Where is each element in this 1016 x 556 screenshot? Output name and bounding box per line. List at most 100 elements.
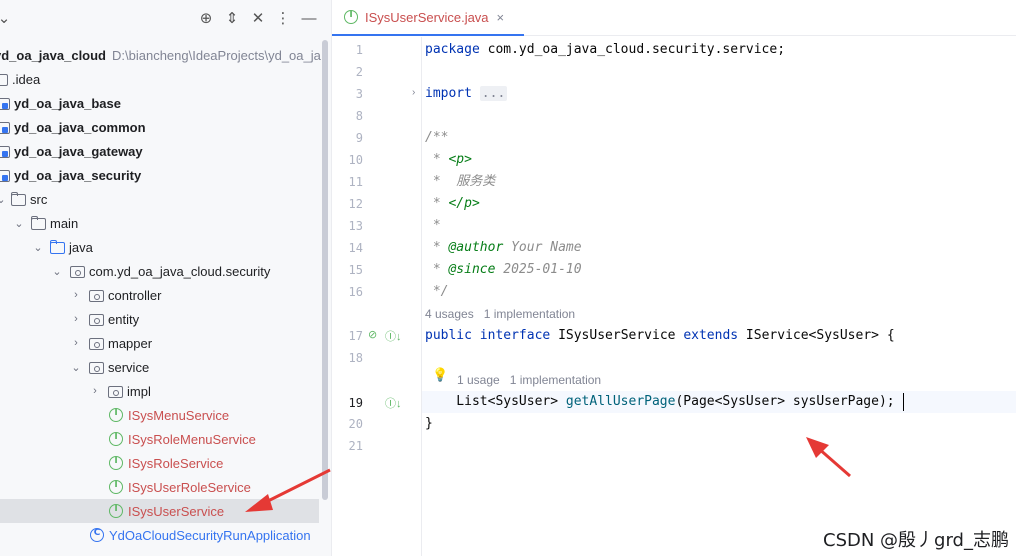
tree-item-label: .idea bbox=[12, 71, 41, 87]
tree-item-src[interactable]: ⌄ src bbox=[0, 187, 331, 211]
chevron-right-icon[interactable]: › bbox=[69, 289, 83, 301]
project-tool-window: ⌄ ⊕ ⇕ ✕ ⋮ — yd_oa_java_cloud D:\bianchen… bbox=[0, 0, 331, 556]
tree-item-label: yd_oa_java_base bbox=[14, 95, 121, 111]
tree-item-module[interactable]: yd_oa_java_base bbox=[0, 91, 331, 115]
package-icon bbox=[88, 335, 104, 351]
code-line-11: * 服务类 bbox=[425, 174, 496, 189]
more-icon[interactable]: ⋮ bbox=[273, 8, 293, 28]
tree-item-interface[interactable]: ISysMenuService bbox=[0, 403, 331, 427]
package-icon bbox=[88, 359, 104, 375]
folded-imports[interactable]: ... bbox=[479, 86, 508, 101]
folder-icon bbox=[10, 191, 26, 207]
folder-icon bbox=[0, 71, 8, 87]
code-editor[interactable]: ISysUserService.java × 1 2 3 8 9 10 11 1… bbox=[332, 0, 1016, 556]
tree-item-interface[interactable]: ISysRoleService bbox=[0, 451, 331, 475]
tree-item-module[interactable]: yd_oa_java_security bbox=[0, 163, 331, 187]
code-token: * bbox=[425, 262, 449, 277]
line-number-current: 19 bbox=[348, 396, 363, 410]
usages-link[interactable]: 4 usages bbox=[425, 307, 474, 321]
interface-icon bbox=[109, 480, 123, 494]
tree-item-interface-selected[interactable]: ISysUserService bbox=[0, 499, 319, 523]
chevron-down-icon[interactable]: ⌄ bbox=[0, 193, 8, 206]
tree-item-label: java bbox=[69, 239, 93, 255]
code-token: (Page<SysUser> sysUserPage); bbox=[675, 394, 895, 409]
line-number: 21 bbox=[348, 439, 363, 453]
implementation-gutter-icon[interactable]: Ⓘ↓ bbox=[385, 395, 402, 411]
line-number: 14 bbox=[348, 241, 363, 255]
interface-icon bbox=[109, 432, 123, 446]
tree-item-service[interactable]: ⌄ service bbox=[0, 355, 331, 379]
line-number: 3 bbox=[355, 87, 363, 101]
tree-item-java[interactable]: ⌄ java bbox=[0, 235, 331, 259]
close-icon[interactable]: × bbox=[497, 10, 505, 25]
tree-item-controller[interactable]: › controller bbox=[0, 283, 331, 307]
tree-item-module[interactable]: yd_oa_java_common bbox=[0, 115, 331, 139]
chevron-right-icon[interactable]: › bbox=[69, 337, 83, 349]
tree-item-mapper[interactable]: › mapper bbox=[0, 331, 331, 355]
tree-item-interface[interactable]: ISysRoleMenuService bbox=[0, 427, 331, 451]
class-icon bbox=[90, 528, 104, 542]
chevron-down-icon[interactable]: ⌄ bbox=[0, 8, 14, 28]
code-token: com.yd_oa_java_cloud.security.service; bbox=[479, 42, 786, 57]
code-token: 2025-01-10 bbox=[495, 262, 582, 277]
tree-item-idea[interactable]: .idea bbox=[0, 67, 331, 91]
tree-root-project[interactable]: yd_oa_java_cloud D:\biancheng\IdeaProjec… bbox=[0, 43, 325, 67]
implementations-link[interactable]: 1 implementation bbox=[510, 373, 601, 387]
tree-item-interface[interactable]: ISysUserRoleService bbox=[0, 475, 331, 499]
implementations-link[interactable]: 1 implementation bbox=[484, 307, 575, 321]
line-number: 11 bbox=[348, 175, 363, 189]
collapse-all-icon[interactable]: ✕ bbox=[248, 8, 268, 28]
fold-chevron-icon[interactable]: › bbox=[412, 87, 415, 98]
tree-item-label: YdOaCloudSecurityRunApplication bbox=[109, 527, 311, 543]
tree-item-label: yd_oa_java_security bbox=[14, 167, 142, 183]
tree-item-label: ISysUserService bbox=[128, 503, 225, 519]
line-number: 10 bbox=[348, 153, 363, 167]
editor-tab-bar: ISysUserService.java × bbox=[332, 0, 1016, 36]
usages-link[interactable]: 1 usage bbox=[457, 373, 500, 387]
tree-item-module[interactable]: yd_oa_java_gateway bbox=[0, 139, 331, 163]
code-token: IService<SysUser> { bbox=[738, 328, 895, 343]
line-number: 12 bbox=[348, 197, 363, 211]
code-token: </p> bbox=[448, 196, 480, 211]
editor-gutter: 1 2 3 8 9 10 11 12 13 14 15 16 17 18 19 … bbox=[332, 37, 422, 556]
module-icon bbox=[0, 119, 10, 135]
tree-item-entity[interactable]: › entity bbox=[0, 307, 331, 331]
project-scrollbar[interactable] bbox=[322, 40, 328, 500]
tree-item-package[interactable]: ⌄ com.yd_oa_java_cloud.security bbox=[0, 259, 331, 283]
code-token: <p> bbox=[448, 152, 472, 167]
tree-item-class[interactable]: YdOaCloudSecurityRunApplication bbox=[0, 523, 331, 547]
tree-item-label: controller bbox=[108, 287, 162, 303]
chevron-down-icon[interactable]: ⌄ bbox=[31, 241, 45, 254]
text-caret bbox=[903, 393, 904, 411]
interface-icon bbox=[109, 504, 123, 518]
source-folder-icon bbox=[49, 239, 65, 255]
tree-item-impl[interactable]: › impl bbox=[0, 379, 331, 403]
expand-collapse-icon[interactable]: ⇕ bbox=[222, 8, 242, 28]
codevision-hint[interactable]: 4 usages 1 implementation bbox=[425, 304, 585, 324]
editor-tab-active[interactable]: ISysUserService.java × bbox=[332, 0, 524, 36]
module-icon bbox=[0, 167, 10, 183]
chevron-right-icon[interactable]: › bbox=[88, 385, 102, 397]
chevron-right-icon[interactable]: › bbox=[69, 313, 83, 325]
implementation-gutter-icon[interactable]: Ⓘ↓ bbox=[385, 328, 402, 344]
project-toolbar: ⌄ ⊕ ⇕ ✕ ⋮ — bbox=[0, 0, 331, 36]
codevision-hint[interactable]: 1 usage 1 implementation bbox=[457, 370, 611, 390]
tab-label: ISysUserService.java bbox=[365, 9, 489, 25]
locate-icon[interactable]: ⊕ bbox=[196, 8, 216, 28]
project-path: D:\biancheng\IdeaProjects\yd_oa_ja bbox=[112, 47, 321, 63]
chevron-down-icon[interactable]: ⌄ bbox=[50, 265, 64, 278]
code-line-17: public interface ISysUserService extends… bbox=[425, 325, 895, 347]
tree-item-label: ISysMenuService bbox=[128, 407, 230, 423]
chevron-down-icon[interactable]: ⌄ bbox=[12, 217, 26, 230]
package-icon bbox=[88, 287, 104, 303]
chevron-down-icon[interactable]: ⌄ bbox=[69, 361, 83, 374]
lightbulb-icon[interactable]: 💡 bbox=[432, 367, 448, 383]
minimize-icon[interactable]: — bbox=[299, 8, 319, 28]
code-line-15: * @since 2025-01-10 bbox=[425, 259, 582, 281]
package-icon bbox=[69, 263, 85, 279]
implemented-gutter-icon[interactable]: ⊘ bbox=[368, 328, 377, 341]
tree-item-main[interactable]: ⌄ main bbox=[0, 211, 331, 235]
interface-icon bbox=[344, 10, 358, 24]
module-icon bbox=[0, 95, 10, 111]
code-token: extends bbox=[683, 328, 739, 343]
